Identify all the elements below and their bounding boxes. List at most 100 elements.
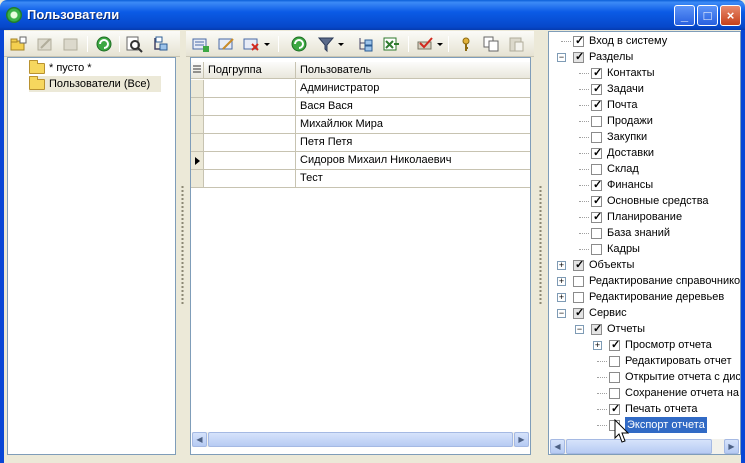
- rights-checkbox[interactable]: [573, 292, 584, 303]
- cell-user[interactable]: Михайлюк Мира: [296, 116, 530, 134]
- cell-subgroup[interactable]: [204, 170, 296, 188]
- rights-checkbox[interactable]: ✓: [591, 179, 602, 191]
- rights-item[interactable]: Редактировать отчет: [549, 353, 740, 369]
- cell-user[interactable]: Администратор: [296, 80, 530, 98]
- column-header-user[interactable]: Пользователь: [296, 62, 530, 79]
- rights-checkbox[interactable]: ✓: [591, 323, 602, 335]
- refresh-users-icon[interactable]: [290, 35, 308, 53]
- rights-item[interactable]: Открытие отчета с дис: [549, 369, 740, 385]
- rights-item[interactable]: Сохранение отчета на: [549, 385, 740, 401]
- expand-plus-icon[interactable]: +: [557, 293, 566, 302]
- cell-user[interactable]: Сидоров Михаил Николаевич: [296, 152, 530, 170]
- hierarchy-icon[interactable]: [356, 35, 374, 53]
- table-row[interactable]: Петя Петя: [191, 134, 530, 152]
- add-user-icon[interactable]: [191, 35, 209, 53]
- delete-user-icon[interactable]: [242, 35, 260, 53]
- title-bar[interactable]: Пользователи _ □ ×: [0, 0, 745, 30]
- rights-item[interactable]: ✓ Задачи: [549, 81, 740, 97]
- scroll-left-icon[interactable]: ◀: [192, 432, 207, 447]
- rights-item[interactable]: − ✓ Сервис: [549, 305, 740, 321]
- collapse-minus-icon[interactable]: −: [557, 53, 566, 62]
- rights-checkbox[interactable]: ✓: [591, 211, 602, 223]
- cell-subgroup[interactable]: [204, 152, 296, 170]
- rights-item[interactable]: ✓ Основные средства: [549, 193, 740, 209]
- delete-group-icon[interactable]: [62, 35, 80, 53]
- rights-item[interactable]: − ✓ Отчеты: [549, 321, 740, 337]
- move-group-icon[interactable]: [152, 35, 170, 53]
- cell-subgroup[interactable]: [204, 134, 296, 152]
- collapse-minus-icon[interactable]: −: [575, 325, 584, 334]
- users-grid[interactable]: Подгруппа Пользователь Администратор Вас…: [190, 57, 531, 455]
- rights-checkbox[interactable]: ✓: [591, 99, 602, 111]
- rights-checkbox[interactable]: [609, 372, 620, 383]
- maximize-button[interactable]: □: [697, 5, 718, 26]
- cell-user[interactable]: Тест: [296, 170, 530, 188]
- right-splitter[interactable]: [538, 185, 543, 305]
- cell-subgroup[interactable]: [204, 116, 296, 134]
- table-row[interactable]: Вася Вася: [191, 98, 530, 116]
- scroll-left-icon[interactable]: ◀: [550, 439, 565, 454]
- rights-item[interactable]: ✓ Планирование: [549, 209, 740, 225]
- rights-checkbox[interactable]: [591, 228, 602, 239]
- table-row[interactable]: Тест: [191, 170, 530, 188]
- rights-item[interactable]: Закупки: [549, 129, 740, 145]
- rights-checkbox[interactable]: ✓: [573, 35, 584, 47]
- rights-item[interactable]: + ✓ Объекты: [549, 257, 740, 273]
- rights-item[interactable]: + Редактирование справочнико: [549, 273, 740, 289]
- rights-item[interactable]: Экспорт отчета: [549, 417, 740, 433]
- export-excel-icon[interactable]: [382, 35, 400, 53]
- expand-plus-icon[interactable]: +: [557, 277, 566, 286]
- cell-user[interactable]: Вася Вася: [296, 98, 530, 116]
- rights-item[interactable]: ✓ Доставки: [549, 145, 740, 161]
- rights-item[interactable]: ✓ Финансы: [549, 177, 740, 193]
- find-icon[interactable]: [125, 35, 143, 53]
- expand-plus-icon[interactable]: +: [593, 341, 602, 350]
- cell-subgroup[interactable]: [204, 80, 296, 98]
- rights-checkbox[interactable]: [573, 276, 584, 287]
- scroll-thumb[interactable]: [208, 432, 513, 447]
- rights-checkbox[interactable]: ✓: [591, 147, 602, 159]
- rights-checkbox[interactable]: ✓: [609, 403, 620, 415]
- group-item-empty[interactable]: * пусто *: [29, 60, 92, 76]
- cell-user[interactable]: Петя Петя: [296, 134, 530, 152]
- rights-checkbox[interactable]: ✓: [591, 83, 602, 95]
- close-button[interactable]: ×: [720, 5, 741, 26]
- rights-item[interactable]: + ✓ Просмотр отчета: [549, 337, 740, 353]
- rights-item[interactable]: Кадры: [549, 241, 740, 257]
- edit-group-icon[interactable]: [36, 35, 54, 53]
- group-item-all-users[interactable]: Пользователи (Все): [29, 76, 161, 92]
- groups-tree[interactable]: * пусто * Пользователи (Все): [7, 57, 176, 455]
- rights-checkbox[interactable]: [609, 356, 620, 367]
- rights-item[interactable]: ✓ Почта: [549, 97, 740, 113]
- password-key-icon[interactable]: [457, 35, 475, 53]
- expand-plus-icon[interactable]: +: [557, 261, 566, 270]
- rights-item[interactable]: Склад: [549, 161, 740, 177]
- column-chooser-icon[interactable]: [191, 62, 204, 79]
- rights-checkbox[interactable]: [591, 164, 602, 175]
- scroll-thumb[interactable]: [566, 439, 712, 454]
- rights-item[interactable]: База знаний: [549, 225, 740, 241]
- rights-checkbox[interactable]: ✓: [573, 259, 584, 271]
- rights-checkbox[interactable]: [609, 388, 620, 399]
- left-splitter[interactable]: [180, 185, 185, 305]
- rights-tree[interactable]: ✓ Вход в систему − ✓ Разделы ✓ Контакты ✓ Задачи…: [548, 31, 741, 455]
- rights-item[interactable]: + Редактирование деревьев: [549, 289, 740, 305]
- copy-icon[interactable]: [482, 35, 500, 53]
- table-row[interactable]: Администратор: [191, 80, 530, 98]
- column-header-subgroup[interactable]: Подгруппа: [204, 62, 296, 79]
- collapse-minus-icon[interactable]: −: [557, 309, 566, 318]
- check-rights-icon[interactable]: [416, 35, 434, 53]
- filter-icon[interactable]: [317, 35, 335, 53]
- refresh-icon[interactable]: [95, 35, 113, 53]
- delete-dropdown-chevron-icon[interactable]: [263, 35, 271, 53]
- rights-checkbox[interactable]: ✓: [573, 51, 584, 63]
- table-row[interactable]: Михайлюк Мира: [191, 116, 530, 134]
- add-group-icon[interactable]: [9, 35, 27, 53]
- rights-item[interactable]: ✓ Контакты: [549, 65, 740, 81]
- minimize-button[interactable]: _: [674, 5, 695, 26]
- rights-item[interactable]: ✓ Печать отчета: [549, 401, 740, 417]
- rights-checkbox[interactable]: [591, 132, 602, 143]
- paste-icon[interactable]: [507, 35, 525, 53]
- rights-item[interactable]: − ✓ Разделы: [549, 49, 740, 65]
- cell-subgroup[interactable]: [204, 98, 296, 116]
